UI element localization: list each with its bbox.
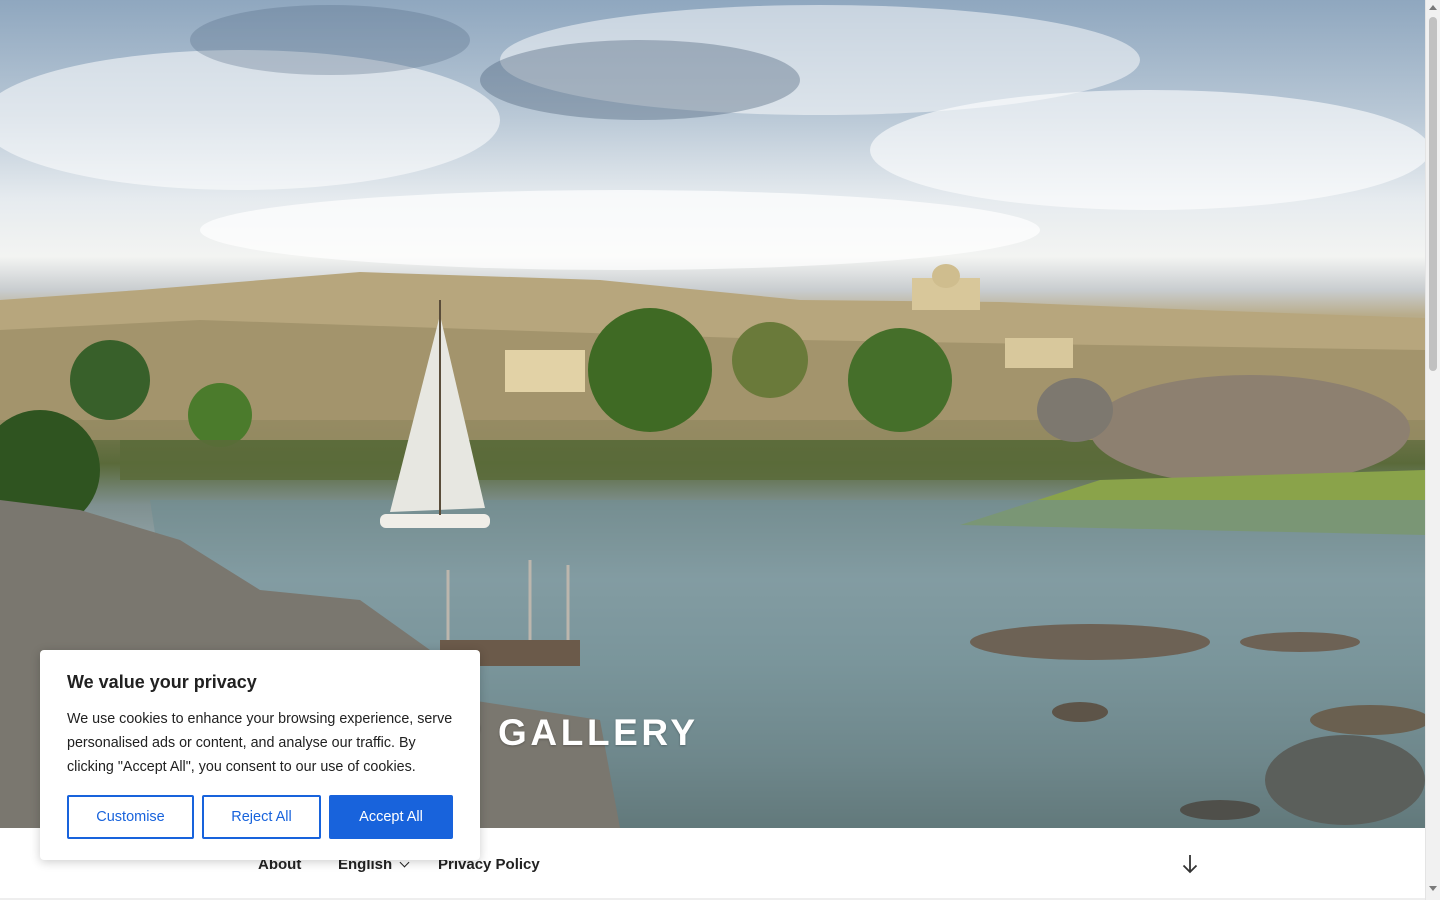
scrollbar-thumb[interactable] bbox=[1429, 17, 1437, 371]
page: EGYPTIAN MAP GALLERY About English Priva… bbox=[0, 0, 1440, 900]
scroll-up-arrow-icon[interactable] bbox=[1429, 5, 1437, 10]
scroll-down-arrow-icon[interactable] bbox=[1429, 886, 1437, 891]
cookie-banner-text: We use cookies to enhance your browsing … bbox=[67, 711, 453, 775]
reject-all-button[interactable]: Reject All bbox=[202, 795, 321, 839]
arrow-down-icon[interactable] bbox=[1178, 852, 1202, 876]
cookie-consent-banner: We value your privacy We use cookies to … bbox=[40, 650, 480, 860]
vertical-scrollbar[interactable] bbox=[1425, 0, 1440, 900]
cookie-banner-title: We value your privacy bbox=[67, 672, 257, 692]
accept-all-button[interactable]: Accept All bbox=[329, 795, 453, 839]
customise-button[interactable]: Customise bbox=[67, 795, 194, 839]
